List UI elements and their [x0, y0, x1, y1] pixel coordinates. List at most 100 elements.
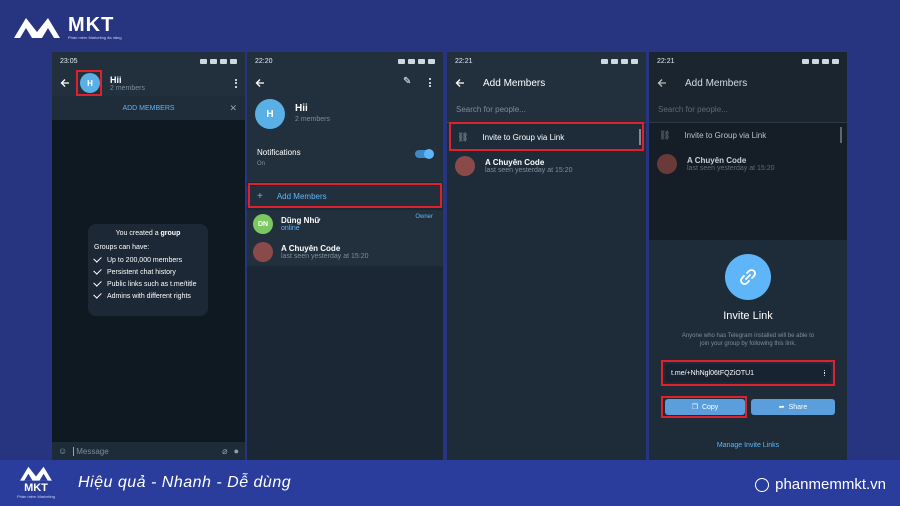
add-members-bar[interactable]: ADD MEMBERS ✕ [52, 96, 245, 120]
mic-icon[interactable]: ● [234, 446, 239, 456]
message-input[interactable]: Message [73, 446, 216, 456]
status-icons [398, 58, 435, 64]
group-members-count: 2 members [110, 84, 146, 92]
contact-status: last seen yesterday at 15:20 [485, 167, 573, 174]
share-label: Share [788, 403, 808, 411]
groups-can-have: Groups can have: [94, 244, 150, 251]
link-icon: ⛓ [659, 129, 671, 140]
page-title: Add Members [483, 77, 546, 89]
slogan: Hiệu quả - Nhanh - Dễ dùng [78, 474, 292, 491]
add-members-header: Add Members [649, 70, 847, 96]
bottom-logo-sub: Phần mềm Marketing [16, 494, 55, 499]
invite-link-sheet: Invite Link Anyone who has Telegram inst… [649, 240, 847, 460]
phone-screen-invite-link: 22:21 Add Members Search for people... ⛓… [649, 52, 847, 460]
created-text: You created a group [94, 230, 202, 237]
scrollbar[interactable] [840, 127, 842, 143]
search-input[interactable]: Search for people... [658, 105, 728, 114]
add-members-link[interactable]: ADD MEMBERS [122, 105, 174, 112]
feature-item: Public links such as t.me/title [93, 278, 202, 288]
created-bold: group [160, 230, 181, 237]
mkt-logo-icon [20, 466, 52, 481]
created-prefix: You created a [115, 230, 161, 237]
emoji-icon[interactable]: ☺ [58, 446, 67, 456]
sheet-description: Anyone who has Telegram installed will b… [681, 333, 815, 347]
check-icon [93, 254, 102, 263]
contact-row[interactable]: A Chuyên Code last seen yesterday at 15:… [649, 150, 847, 178]
back-arrow-icon[interactable] [60, 78, 70, 88]
status-time: 22:21 [455, 57, 473, 65]
status-icons [200, 58, 237, 64]
invite-link-row[interactable]: ⛓ Invite to Group via Link [649, 124, 847, 146]
logo-subtext: Phần mềm Marketing đa năng [68, 34, 122, 40]
status-time: 23:05 [60, 57, 78, 65]
manage-invite-links[interactable]: Manage Invite Links [649, 442, 847, 449]
back-arrow-icon[interactable] [657, 78, 667, 88]
more-vert-icon[interactable] [235, 78, 237, 88]
status-icons [601, 58, 638, 64]
bottom-logo-text: MKT [24, 482, 48, 494]
contact-status: last seen yesterday at 15:20 [687, 165, 775, 172]
contact-name: A Chuyên Code [485, 158, 545, 167]
back-arrow-icon[interactable] [455, 78, 465, 88]
search-field[interactable]: Search for people... [649, 96, 847, 123]
group-avatar[interactable]: H [255, 99, 285, 129]
status-bar: 22:21 [447, 52, 646, 70]
bottom-logo: MKT Phần mềm Marketing [14, 464, 58, 499]
back-arrow-icon[interactable] [255, 79, 265, 90]
edit-pencil-icon[interactable]: ✎ [403, 76, 411, 87]
share-button[interactable]: ➦ Share [751, 399, 835, 415]
toggle-knob [424, 149, 434, 159]
highlight-add-members [248, 183, 442, 208]
check-icon [93, 266, 102, 275]
contact-name: A Chuyên Code [687, 156, 747, 165]
website[interactable]: phanmemmkt.vn [755, 476, 886, 493]
highlight-link-field [661, 360, 835, 386]
member-name: Dũng Nhữ [281, 216, 321, 225]
search-input[interactable]: Search for people... [456, 105, 526, 114]
feature-label: Admins with different rights [107, 293, 191, 300]
highlight-copy-button [661, 396, 747, 418]
phone-screen-add-members: 22:21 Add Members Search for people... ⛓… [447, 52, 646, 460]
contact-row[interactable]: A Chuyên Code last seen yesterday at 15:… [447, 152, 646, 180]
member-status: online [281, 225, 300, 232]
feature-item: Admins with different rights [93, 290, 202, 300]
close-icon[interactable]: ✕ [229, 103, 237, 114]
share-arrow-icon: ➦ [778, 404, 785, 411]
member-row[interactable]: DN Dũng Nhữ online Owner [247, 210, 443, 238]
status-time: 22:20 [255, 57, 273, 65]
contact-avatar-photo [455, 156, 475, 176]
contact-avatar-photo [657, 154, 677, 174]
page-title: Add Members [685, 77, 748, 89]
bottom-banner: MKT Phần mềm Marketing Hiệu quả - Nhanh … [0, 460, 900, 506]
globe-icon [755, 477, 770, 492]
mkt-logo: MKT Phần mềm Marketing đa năng [12, 14, 122, 40]
highlight-avatar [76, 70, 102, 96]
notifications-toggle[interactable] [415, 149, 434, 159]
member-status: last seen yesterday at 15:20 [281, 253, 369, 260]
link-circle-icon [725, 254, 771, 300]
check-icon [93, 278, 102, 287]
mkt-logo-icon [14, 18, 60, 38]
status-time: 22:21 [657, 57, 675, 65]
feature-label: Persistent chat history [107, 269, 176, 276]
attach-icon[interactable]: ⌀ [222, 446, 227, 457]
status-icons [802, 58, 839, 64]
group-members-count: 2 members [295, 116, 331, 123]
status-bar: 22:20 [247, 52, 443, 70]
add-members-header: Add Members [447, 70, 646, 96]
search-field[interactable]: Search for people... [447, 96, 646, 123]
group-name: Hii [295, 103, 308, 114]
logo-text: MKT [68, 13, 115, 36]
feature-item: Up to 200,000 members [93, 254, 202, 264]
member-row[interactable]: A Chuyên Code last seen yesterday at 15:… [247, 238, 443, 266]
highlight-invite-link [449, 122, 644, 151]
member-role-badge: Owner [415, 214, 433, 220]
phone-screen-group-info: 22:20 ✎ H Hii 2 members Notifications On… [247, 52, 443, 460]
status-bar: 23:05 [52, 52, 245, 70]
feature-item: Persistent chat history [93, 266, 202, 276]
group-created-card: You created a group Groups can have: Up … [88, 224, 208, 316]
feature-label: Public links such as t.me/title [107, 281, 197, 288]
phone-screen-chat: 23:05 H Hii 2 members ADD MEMBERS ✕ You … [52, 52, 245, 460]
website-url: phanmemmkt.vn [775, 476, 886, 493]
more-vert-icon[interactable] [429, 78, 431, 87]
